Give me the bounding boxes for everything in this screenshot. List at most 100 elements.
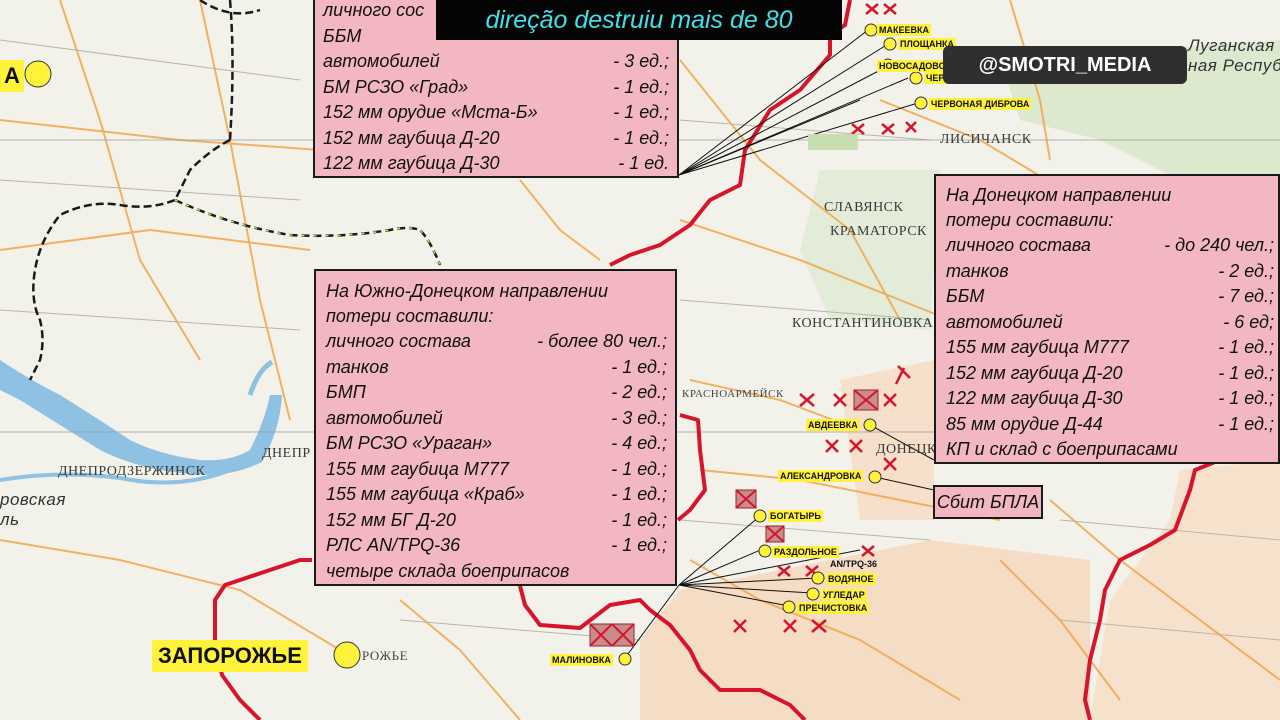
losses-value: - 3 ед.; [613, 51, 669, 71]
losses-value: - 1 ед.; [611, 535, 667, 555]
losses-value: - 6 ед; [1223, 311, 1274, 332]
region-label-left-2: ль [0, 510, 20, 529]
losses-value: - 1 ед.; [613, 76, 669, 97]
losses-row: РЛС AN/TPQ-36 - 1 ед.; [326, 533, 667, 559]
losses-label: автомобилей [323, 51, 440, 71]
losses-row: автомобилей - 3 ед.; [326, 406, 667, 432]
map-label-kramatorsk: КРАМАТОРСК [830, 224, 927, 239]
losses-label: 155 мм гаубица «Краб» [326, 484, 525, 504]
losses-value: - до 240 чел.; [1164, 235, 1274, 255]
map-label-zap-suffix: РОЖЬЕ [362, 648, 409, 663]
losses-box-donetsk: На Донецком направлении потери составили… [934, 174, 1280, 464]
losses-label: 85 мм орудие Д-44 [946, 413, 1103, 434]
losses-row: 152 мм гаубица Д-20 - 1 ед.; [323, 126, 669, 152]
settlement-label: РАЗДОЛЬНОЕ [772, 546, 839, 558]
losses-row: автомобилей - 3 ед.; [323, 49, 669, 75]
losses-label: автомобилей [326, 407, 443, 428]
map-label-dnepr: ДНЕПР [262, 446, 311, 461]
losses-row: 152 мм БГ Д-20 - 1 ед.; [326, 508, 667, 534]
settlement-label: МАЛИНОВКА [550, 654, 613, 666]
map-label-krasnoarmeysk: КРАСНОАРМЕЙСК [682, 388, 784, 400]
settlement-label: ЧЕРВОНАЯ ДИБРОВА [929, 98, 1032, 110]
region-label-lugansk: Луганская [1188, 36, 1275, 55]
losses-row: танков - 1 ед.; [326, 355, 667, 381]
map-label-konstantinovka: КОНСТАНТИНОВКА [792, 316, 934, 331]
losses-row: 155 мм гаубица М777 - 1 ед.; [326, 457, 667, 483]
losses-box-south-donetsk: На Южно-Донецком направлении потери сост… [314, 269, 677, 586]
losses-row: 152 мм орудие «Мста-Б» - 1 ед.; [323, 100, 669, 126]
losses-value: - 1 ед.; [611, 458, 667, 479]
settlement-label: БОГАТЫРЬ [768, 510, 823, 522]
losses-label: ББМ [323, 25, 362, 46]
losses-row: БМП - 2 ед.; [326, 380, 667, 406]
losses-row: БМ РСЗО «Град» - 1 ед.; [323, 75, 669, 101]
losses-row: ББМ - 7 ед.; [946, 284, 1274, 310]
forest-area [808, 134, 858, 150]
losses-value: - более 80 чел.; [537, 331, 667, 351]
losses-label: БМП [326, 382, 366, 402]
settlement-label: ВОДЯНОЕ [826, 573, 876, 585]
losses-label: 152 мм БГ Д-20 [326, 509, 456, 530]
losses-subheader: потери составили: [946, 210, 1114, 230]
losses-row: 155 мм гаубица М777 - 1 ед.; [946, 335, 1274, 361]
settlement-label: УГЛЕДАР [821, 589, 867, 601]
losses-row: 152 мм гаубица Д-20 - 1 ед.; [946, 361, 1274, 387]
subtitle-caption: direção destruiu mais de 80 [436, 0, 842, 40]
map-label-slavyansk: СЛАВЯНСК [824, 200, 904, 215]
losses-row: личного состава - более 80 чел.; [326, 329, 667, 355]
losses-row: автомобилей - 6 ед; [946, 310, 1274, 336]
losses-label: личного состава [326, 331, 471, 351]
losses-value: - 3 ед.; [611, 407, 667, 428]
losses-value: - 1 ед.; [1218, 362, 1274, 383]
region-label-left: ровская [0, 490, 66, 509]
losses-label: 122 мм гаубица Д-30 [946, 388, 1123, 408]
losses-label: 152 мм гаубица Д-20 [323, 127, 500, 148]
losses-label: автомобилей [946, 311, 1063, 332]
losses-label: 122 мм гаубица Д-30 [323, 153, 500, 173]
losses-value: - 2 ед.; [1218, 260, 1274, 281]
region-label-lugansk-2: ная Республ [1188, 56, 1280, 75]
losses-value: - 2 ед.; [611, 382, 667, 402]
settlement-label: АВДЕЕВКА [806, 419, 860, 431]
losses-header: На Донецком направлении [946, 185, 1172, 205]
settlement-label: AN/TPQ-36 [830, 559, 878, 569]
losses-row: танков - 2 ед.; [946, 259, 1274, 285]
losses-row: 155 мм гаубица «Краб» - 1 ед.; [326, 482, 667, 508]
city-label-top-left: А [0, 60, 24, 92]
losses-row: 85 мм орудие Д-44 - 1 ед.; [946, 412, 1274, 438]
settlement-label: МАКЕЕВКА [877, 24, 931, 36]
losses-value: - 1 ед.; [1218, 413, 1274, 434]
losses-row: БМ РСЗО «Ураган» - 4 ед.; [326, 431, 667, 457]
map-label-lysychansk: ЛИСИЧАНСК [940, 132, 1032, 147]
losses-row: 122 мм гаубица Д-30 - 1 ед. [323, 151, 669, 177]
losses-value: - 1 ед. [618, 153, 669, 173]
losses-footer: четыре склада боеприпасов [326, 560, 570, 581]
losses-label: БМ РСЗО «Град» [323, 76, 469, 97]
losses-label: ББМ [946, 286, 985, 306]
losses-value: - 1 ед.; [613, 102, 669, 122]
settlement-label: ПРЕЧИСТОВКА [797, 602, 870, 614]
losses-value: - 1 ед.; [611, 509, 667, 530]
map-label-donetsk: ДОНЕЦК [876, 442, 937, 457]
losses-label: танков [326, 356, 389, 377]
losses-value: - 4 ед.; [611, 433, 667, 453]
losses-subheader: потери составили: [326, 306, 494, 326]
losses-row: 122 мм гаубица Д-30 - 1 ед.; [946, 386, 1274, 412]
losses-label: 155 мм гаубица М777 [946, 337, 1129, 357]
losses-footer: КП и склад с боеприпасами [946, 439, 1178, 459]
losses-value: - 1 ед.; [611, 356, 667, 377]
losses-value: - 1 ед.; [1218, 337, 1274, 357]
losses-header: На Южно-Донецком направлении [326, 281, 608, 301]
uav-shot-down-label: Сбит БПЛА [933, 485, 1043, 519]
losses-label: 155 мм гаубица М777 [326, 458, 509, 479]
losses-label: РЛС AN/TPQ-36 [326, 535, 461, 555]
losses-label: 152 мм гаубица Д-20 [946, 362, 1123, 383]
losses-label: 152 мм орудие «Мста-Б» [323, 102, 538, 122]
channel-watermark: @SMOTRI_MEDIA [943, 46, 1187, 84]
losses-value: - 1 ед.; [1218, 388, 1274, 408]
losses-value: - 1 ед.; [611, 484, 667, 504]
losses-label: БМ РСЗО «Ураган» [326, 433, 493, 453]
losses-label: личного состава [946, 235, 1091, 255]
city-label-zaporozhye: ЗАПОРОЖЬЕ [152, 640, 308, 672]
losses-value: - 1 ед.; [613, 127, 669, 148]
